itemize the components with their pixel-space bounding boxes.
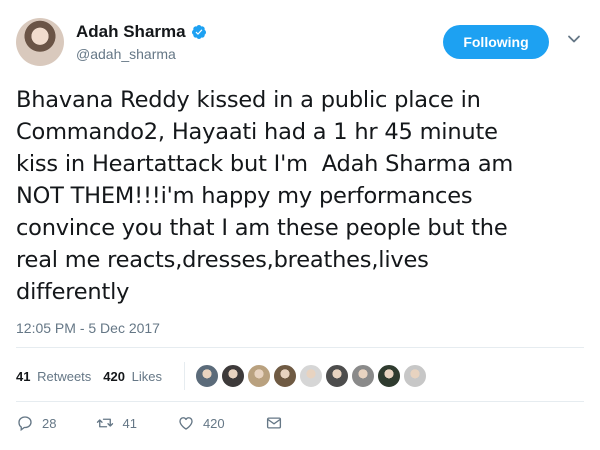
chevron-down-icon[interactable] — [567, 32, 581, 46]
tweet-actions: 28 41 420 — [16, 410, 323, 436]
liker-avatar[interactable] — [246, 364, 271, 388]
reply-icon — [18, 416, 32, 432]
retweet-count: 41 — [122, 415, 137, 431]
author-display-name[interactable]: Adah Sharma — [76, 22, 186, 42]
tweet-timestamp[interactable]: 12:05 PM - 5 Dec 2017 — [16, 320, 160, 336]
direct-message-button[interactable] — [265, 414, 283, 432]
retweets-label: Retweets — [37, 368, 92, 384]
divider-bottom — [16, 401, 584, 402]
reply-count: 28 — [42, 415, 57, 431]
liker-avatar[interactable] — [272, 364, 297, 388]
author-info: Adah Sharma @adah_sharma — [76, 22, 207, 62]
like-count: 420 — [202, 415, 225, 431]
author-avatar[interactable] — [16, 18, 64, 66]
like-button[interactable]: 420 — [177, 414, 225, 432]
retweet-icon — [97, 418, 114, 428]
liker-avatar[interactable] — [298, 364, 323, 388]
author-handle[interactable]: @adah_sharma — [76, 46, 207, 62]
retweets-stat[interactable]: 41 Retweets — [16, 369, 91, 384]
likes-label: Likes — [131, 368, 162, 384]
engagement-stats: 41 Retweets 420 Likes — [16, 361, 429, 391]
like-icon — [179, 417, 193, 430]
following-button[interactable]: Following — [443, 25, 549, 59]
divider-top — [16, 347, 584, 348]
author-display-name-row[interactable]: Adah Sharma — [76, 22, 207, 42]
likes-stat[interactable]: 420 Likes — [103, 369, 162, 384]
stats-separator — [183, 362, 185, 390]
tweet-text: Bhavana Reddy kissed in a public place i… — [16, 87, 514, 305]
liker-avatar[interactable] — [194, 364, 219, 388]
liker-avatar[interactable] — [324, 364, 349, 388]
reply-button[interactable]: 28 — [16, 414, 56, 432]
liker-avatar[interactable] — [350, 364, 375, 388]
liker-avatar[interactable] — [402, 364, 427, 388]
retweets-count: 41 — [16, 368, 31, 384]
retweet-button[interactable]: 41 — [96, 414, 137, 432]
liker-avatar[interactable] — [220, 364, 245, 388]
liker-avatar[interactable] — [376, 364, 401, 388]
direct-message-icon — [266, 417, 281, 429]
liker-avatars — [194, 364, 429, 388]
verified-badge-icon — [191, 25, 206, 39]
likes-count: 420 — [103, 368, 125, 384]
